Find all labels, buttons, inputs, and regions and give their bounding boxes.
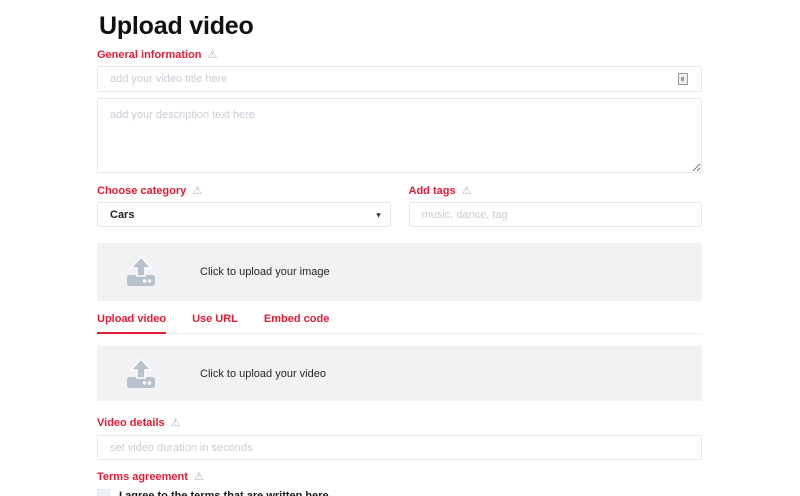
tags-input[interactable] (409, 202, 703, 227)
general-information-label-text: General information (97, 50, 202, 61)
category-column: Choose category ⚠ Cars ▾ (97, 186, 391, 227)
upload-video-page: Upload video General information ⚠ Choos… (0, 12, 800, 496)
category-select[interactable]: Cars ▾ (97, 202, 391, 227)
video-details-label: Video details ⚠ (97, 418, 702, 429)
image-upload-text: Click to upload your image (200, 266, 330, 278)
video-upload-dropzone[interactable]: Click to upload your video (97, 346, 702, 401)
terms-agreement-label: Terms agreement ⚠ (97, 472, 702, 483)
video-description-textarea[interactable] (97, 98, 702, 173)
video-duration-input[interactable] (97, 435, 702, 460)
tab-upload-video[interactable]: Upload video (97, 313, 166, 334)
video-title-field-wrap (97, 66, 702, 92)
warning-triangle-icon: ⚠ (192, 186, 202, 197)
video-details-label-text: Video details (97, 418, 165, 429)
upload-icon (122, 358, 160, 390)
terms-checkbox-row: I agree to the terms that are written he… (97, 489, 702, 496)
tab-use-url[interactable]: Use URL (192, 313, 238, 333)
category-tags-row: Choose category ⚠ Cars ▾ Add tags ⚠ (97, 186, 702, 227)
tags-column: Add tags ⚠ (409, 186, 703, 227)
broken-image-icon (678, 73, 688, 85)
page-title: Upload video (99, 12, 702, 40)
terms-agreement-label-text: Terms agreement (97, 472, 188, 483)
warning-triangle-icon: ⚠ (208, 50, 218, 61)
warning-triangle-icon: ⚠ (462, 186, 472, 197)
video-title-input[interactable] (97, 66, 702, 92)
tab-embed-code[interactable]: Embed code (264, 313, 329, 333)
add-tags-label: Add tags ⚠ (409, 186, 703, 197)
general-information-label: General information ⚠ (97, 50, 702, 61)
warning-triangle-icon: ⚠ (171, 418, 181, 429)
category-selected-value: Cars (110, 209, 134, 221)
video-duration-field-wrap (97, 435, 702, 460)
choose-category-label: Choose category ⚠ (97, 186, 391, 197)
video-source-tabs: Upload video Use URL Embed code (97, 313, 702, 334)
chevron-down-icon: ▾ (376, 210, 380, 219)
terms-checkbox-label: I agree to the terms that are written he… (119, 490, 332, 496)
warning-triangle-icon: ⚠ (194, 472, 204, 483)
add-tags-label-text: Add tags (409, 186, 456, 197)
choose-category-label-text: Choose category (97, 186, 186, 197)
video-upload-text: Click to upload your video (200, 368, 326, 380)
upload-icon (122, 256, 160, 288)
terms-checkbox[interactable] (97, 489, 110, 496)
image-upload-dropzone[interactable]: Click to upload your image (97, 243, 702, 301)
